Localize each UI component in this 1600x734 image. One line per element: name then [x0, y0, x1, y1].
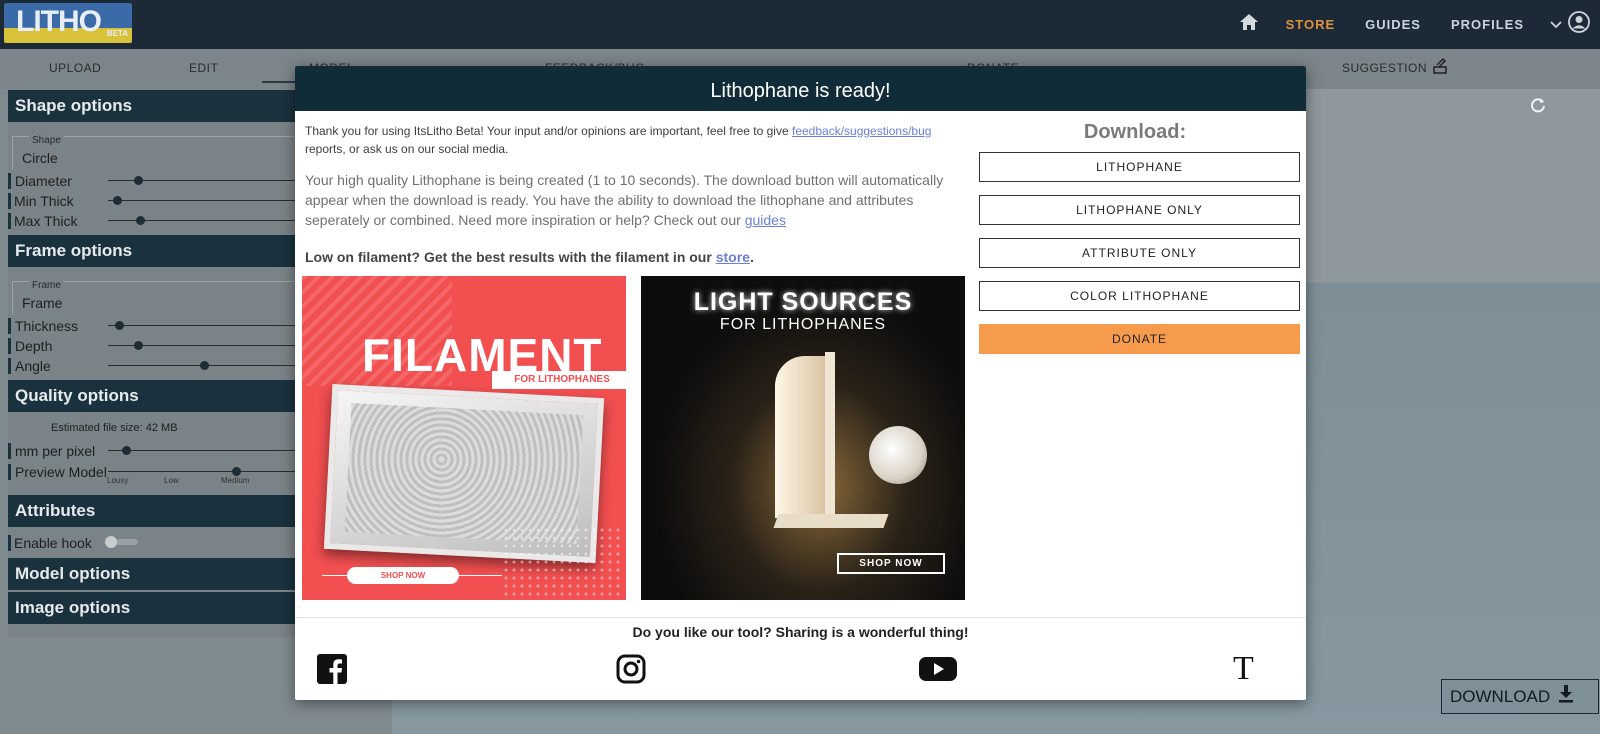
nav-profiles[interactable]: PROFILES [1451, 17, 1524, 32]
tray-relief [344, 403, 584, 544]
stand-base [773, 514, 889, 528]
lithophane-ready-dialog: Lithophane is ready! Thank you for using… [295, 66, 1306, 700]
tiktok-icon[interactable]: T [1233, 650, 1254, 688]
dialog-title: Lithophane is ready! [295, 66, 1306, 111]
period: . [749, 249, 754, 265]
creation-info-text: Your high quality Lithophane is being cr… [305, 170, 965, 230]
facebook-icon[interactable] [317, 654, 347, 689]
panel-edge [825, 352, 835, 522]
intro-text-1: Thank you for using ItsLitho Beta! Your … [305, 124, 789, 138]
guides-link[interactable]: guides [745, 212, 786, 228]
nav-guides[interactable]: GUIDES [1365, 17, 1421, 32]
download-heading: Download: [1083, 121, 1187, 143]
intro-text: Thank you for using ItsLitho Beta! Your … [305, 122, 945, 158]
light-source-image [869, 426, 927, 484]
instagram-icon[interactable] [616, 654, 646, 689]
itslitho-logo[interactable]: LITHO BETA [4, 3, 132, 43]
logo-text: LITHO [16, 5, 102, 38]
light-sources-promo-banner[interactable]: LIGHT SOURCES FOR LITHOPHANES SHOP NOW [641, 276, 965, 600]
share-text: Do you like our tool? Sharing is a wonde… [632, 624, 969, 640]
filament-text: Low on filament? Get the best results wi… [305, 249, 712, 265]
top-nav: STORE GUIDES PROFILES [1239, 0, 1600, 49]
promo-filament-shop-button[interactable]: SHOP NOW [347, 567, 459, 584]
nav-store[interactable]: STORE [1286, 17, 1336, 32]
creation-info-body: Your high quality Lithophane is being cr… [305, 172, 944, 228]
lithophane-panel-image [775, 356, 825, 518]
home-icon[interactable] [1239, 14, 1258, 35]
filament-promo-text: Low on filament? Get the best results wi… [305, 249, 754, 265]
top-nav-bar: LITHO BETA STORE GUIDES PROFILES [0, 0, 1600, 49]
dots-decoration [502, 526, 622, 596]
download-lithophane-button[interactable]: LITHOPHANE [979, 152, 1300, 182]
promo-light-shop-button[interactable]: SHOP NOW [837, 553, 945, 574]
account-icon[interactable] [1568, 11, 1590, 38]
youtube-icon[interactable] [919, 654, 957, 689]
download-lithophane-only-button[interactable]: LITHOPHANE ONLY [979, 195, 1300, 225]
donate-button[interactable]: DONATE [979, 324, 1300, 354]
feedback-link[interactable]: feedback/suggestions/bug [792, 124, 931, 138]
promo-light-subtitle: FOR LITHOPHANES [719, 316, 887, 333]
download-attribute-only-button[interactable]: ATTRIBUTE ONLY [979, 238, 1300, 268]
store-link[interactable]: store [716, 249, 750, 265]
promo-light-title: LIGHT SOURCES [693, 288, 913, 316]
logo-badge: BETA [106, 29, 128, 38]
chevron-down-icon[interactable] [1550, 16, 1562, 34]
share-divider [295, 617, 1306, 618]
filament-promo-banner[interactable]: FILAMENT FOR LITHOPHANES SHOP NOW [302, 276, 626, 600]
download-color-lithophane-button[interactable]: COLOR LITHOPHANE [979, 281, 1300, 311]
promo-filament-tag: FOR LITHOPHANES [492, 371, 626, 389]
intro-text-2: reports, or ask us on our social media. [305, 142, 509, 156]
